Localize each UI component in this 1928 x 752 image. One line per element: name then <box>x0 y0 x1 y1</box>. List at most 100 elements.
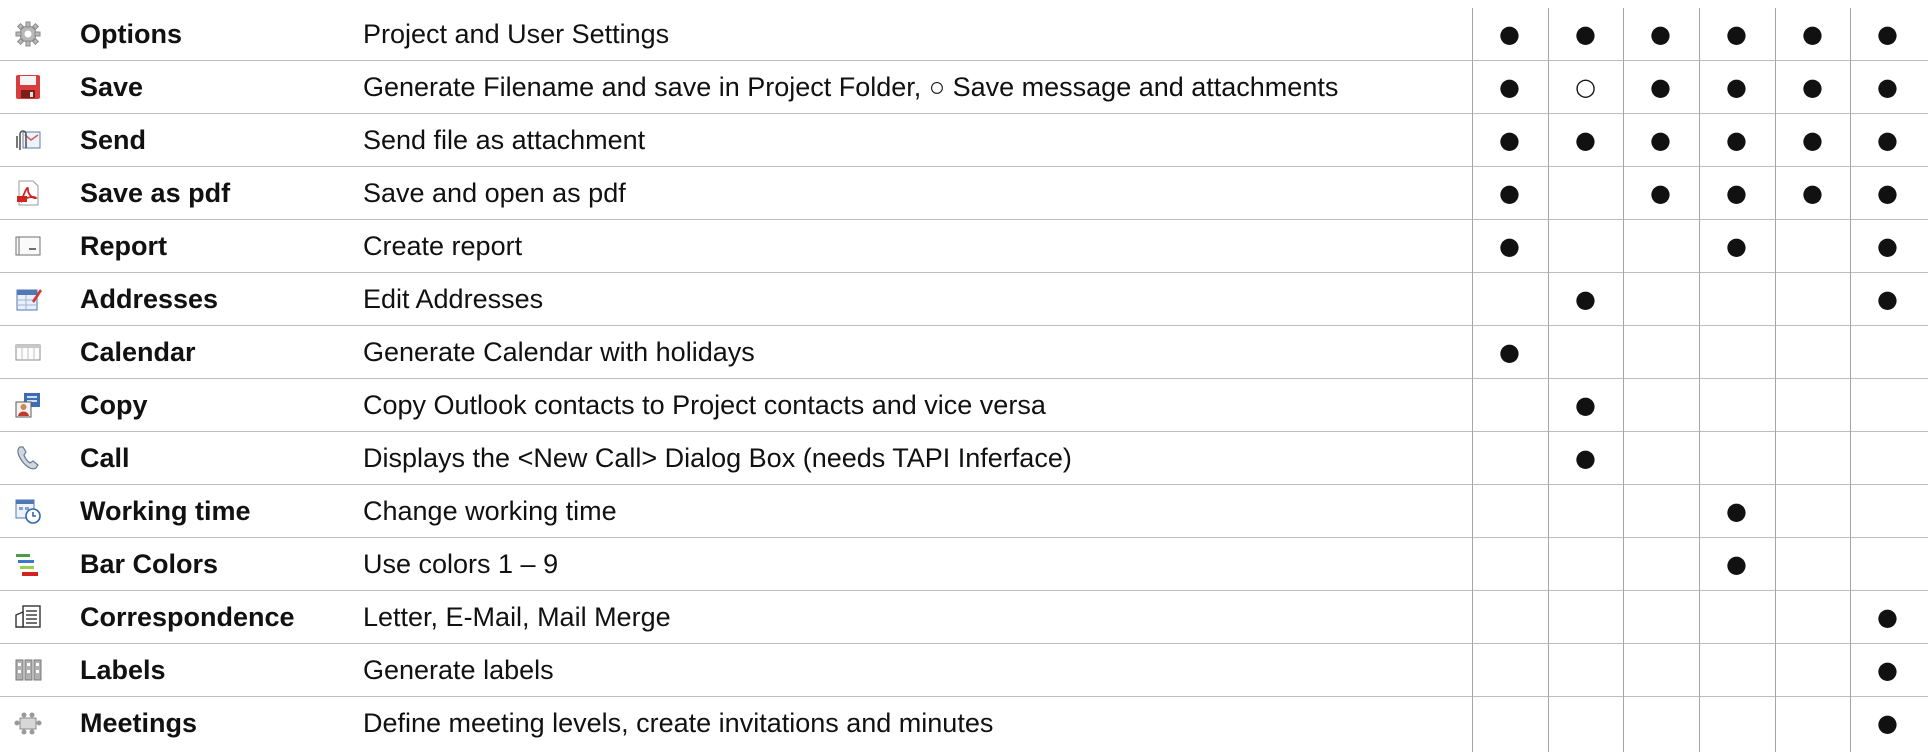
column-divider <box>1472 8 1473 752</box>
availability-mark <box>1472 591 1547 643</box>
gear-icon <box>14 20 42 48</box>
column-divider <box>1775 8 1776 752</box>
availability-mark <box>1548 591 1623 643</box>
availability-mark <box>1775 644 1850 696</box>
availability-mark: ○ <box>1575 73 1596 101</box>
availability-mark <box>1623 379 1698 431</box>
availability-mark: ● <box>1802 20 1823 48</box>
availability-mark: ● <box>1726 20 1747 48</box>
availability-mark <box>1775 432 1850 484</box>
feature-name: Working time <box>80 496 251 526</box>
availability-mark: ● <box>1877 20 1898 48</box>
availability-mark: ● <box>1650 126 1671 154</box>
feature-description: Change working time <box>363 496 617 526</box>
availability-mark: ● <box>1726 73 1747 101</box>
availability-mark: ● <box>1726 126 1747 154</box>
availability-mark <box>1850 432 1925 484</box>
feature-name: Send <box>80 125 147 155</box>
availability-mark: ● <box>1877 232 1898 260</box>
availability-mark <box>1548 220 1623 272</box>
availability-mark <box>1623 485 1698 537</box>
feature-name: Addresses <box>80 284 219 314</box>
table-row: Meetings Define meeting levels, create in… <box>0 697 1928 750</box>
column-divider <box>1623 8 1624 752</box>
availability-mark: ● <box>1877 179 1898 207</box>
table-row: Labels Generate labels ● <box>0 644 1928 697</box>
availability-mark <box>1623 644 1698 696</box>
table-row: Report Create report ● ● ● <box>0 220 1928 273</box>
floppy-disk-icon <box>14 73 42 101</box>
availability-mark <box>1775 379 1850 431</box>
feature-description: Generate labels <box>363 655 554 685</box>
feature-table: Options Project and User Settings ● ● ● ● ● ● Sa… <box>0 8 1928 750</box>
availability-mark <box>1775 697 1850 749</box>
feature-description: Use colors 1 – 9 <box>363 549 559 579</box>
feature-description: Copy Outlook contacts to Project contact… <box>363 390 1046 420</box>
availability-mark <box>1699 432 1774 484</box>
table-row: Send Send file as attachment ● ● ● ● ● ● <box>0 114 1928 167</box>
report-icon <box>14 232 42 260</box>
availability-mark: ● <box>1650 20 1671 48</box>
availability-mark: ● <box>1877 603 1898 631</box>
availability-mark <box>1699 591 1774 643</box>
table-row: Correspondence Letter, E-Mail, Mail Merge… <box>0 591 1928 644</box>
availability-mark <box>1699 273 1774 325</box>
table-row: Bar Colors Use colors 1 – 9 ● <box>0 538 1928 591</box>
feature-name: Copy <box>80 390 148 420</box>
feature-description: Edit Addresses <box>363 284 544 314</box>
availability-mark: ● <box>1726 232 1747 260</box>
availability-mark <box>1548 538 1623 590</box>
feature-name: Calendar <box>80 337 196 367</box>
contacts-copy-icon <box>14 391 42 419</box>
availability-mark <box>1548 697 1623 749</box>
availability-mark: ● <box>1877 709 1898 737</box>
feature-name: Labels <box>80 655 166 685</box>
table-row: Working time Change working time ● <box>0 485 1928 538</box>
availability-mark <box>1472 432 1547 484</box>
feature-description: Define meeting levels, create invitation… <box>363 708 994 738</box>
availability-mark: ● <box>1877 126 1898 154</box>
availability-mark <box>1775 538 1850 590</box>
availability-mark <box>1548 167 1623 219</box>
availability-mark <box>1548 326 1623 378</box>
availability-mark: ● <box>1877 285 1898 313</box>
availability-mark <box>1472 273 1547 325</box>
availability-mark: ● <box>1499 232 1520 260</box>
table-row: Call Displays the <New Call> Dialog Box (… <box>0 432 1928 485</box>
availability-mark <box>1775 220 1850 272</box>
availability-mark <box>1699 697 1774 749</box>
availability-mark <box>1850 326 1925 378</box>
availability-mark: ● <box>1877 73 1898 101</box>
availability-mark: ● <box>1499 126 1520 154</box>
table-row: Save Generate Filename and save in Projec… <box>0 61 1928 114</box>
feature-description: Letter, E-Mail, Mail Merge <box>363 602 671 632</box>
feature-description: Generate Calendar with holidays <box>363 337 755 367</box>
feature-name: Options <box>80 19 182 49</box>
availability-mark: ● <box>1575 285 1596 313</box>
phone-icon <box>14 444 42 472</box>
pdf-icon <box>14 179 42 207</box>
availability-mark: ● <box>1499 73 1520 101</box>
feature-name: Save as pdf <box>80 178 231 208</box>
send-attachment-icon <box>14 126 42 154</box>
availability-mark <box>1548 485 1623 537</box>
availability-mark <box>1623 220 1698 272</box>
availability-mark: ● <box>1650 179 1671 207</box>
labels-icon <box>14 656 42 684</box>
availability-mark: ● <box>1802 73 1823 101</box>
working-time-icon <box>14 497 42 525</box>
availability-mark: ● <box>1726 550 1747 578</box>
feature-name: Report <box>80 231 167 261</box>
feature-description: Project and User Settings <box>363 19 670 49</box>
bar-colors-icon <box>14 550 42 578</box>
availability-mark <box>1472 485 1547 537</box>
availability-mark: ● <box>1499 338 1520 366</box>
availability-mark <box>1472 538 1547 590</box>
column-divider <box>1850 8 1851 752</box>
column-divider <box>1699 8 1700 752</box>
feature-name: Meetings <box>80 708 198 738</box>
availability-mark <box>1623 538 1698 590</box>
availability-mark <box>1775 273 1850 325</box>
feature-name: Call <box>80 443 130 473</box>
correspondence-icon <box>14 603 42 631</box>
